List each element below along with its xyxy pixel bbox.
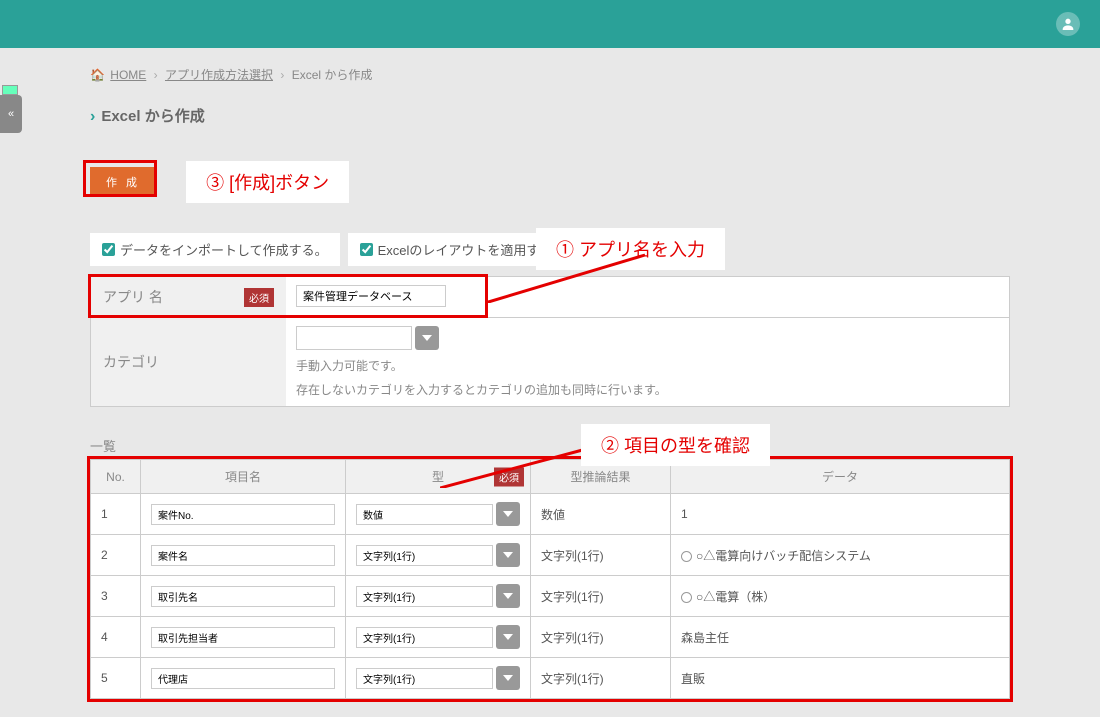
required-badge-type: 必須 <box>494 467 524 486</box>
item-type-input[interactable] <box>356 586 493 607</box>
item-type-input[interactable] <box>356 627 493 648</box>
item-type-input[interactable] <box>356 668 493 689</box>
cell-infer: 文字列(1行) <box>531 658 671 699</box>
user-avatar-icon[interactable] <box>1056 12 1080 36</box>
home-icon: 🏠 <box>90 68 105 82</box>
cell-no: 1 <box>91 494 141 535</box>
breadcrumb-step1[interactable]: アプリ作成方法選択 <box>165 68 273 82</box>
item-name-input[interactable] <box>151 627 335 648</box>
cell-no: 3 <box>91 576 141 617</box>
required-badge: 必須 <box>244 288 274 307</box>
breadcrumb-home[interactable]: HOME <box>110 68 146 82</box>
item-type-dropdown-button[interactable] <box>496 584 520 608</box>
page-title: Excel から作成 <box>90 105 1010 126</box>
breadcrumb: 🏠 HOME › アプリ作成方法選択 › Excel から作成 <box>90 66 1010 83</box>
item-type-dropdown-button[interactable] <box>496 543 520 567</box>
cell-infer: 文字列(1行) <box>531 617 671 658</box>
item-type-dropdown-button[interactable] <box>496 666 520 690</box>
item-type-dropdown-button[interactable] <box>496 502 520 526</box>
cell-data: 1 <box>671 494 1010 535</box>
checkbox-import-input[interactable] <box>102 243 115 256</box>
category-help-2: 存在しないカテゴリを入力するとカテゴリの追加も同時に行います。 <box>296 378 999 398</box>
category-input[interactable] <box>296 326 412 350</box>
annotation-3: ③ [作成]ボタン <box>186 161 349 203</box>
breadcrumb-current: Excel から作成 <box>292 68 373 82</box>
table-row: 4 文字列(1行)森島主任 <box>91 617 1010 658</box>
cell-data: ○△電算向けバッチ配信システム <box>671 535 1010 576</box>
item-name-input[interactable] <box>151 586 335 607</box>
cell-data: 森島主任 <box>671 617 1010 658</box>
item-name-input[interactable] <box>151 545 335 566</box>
cell-infer: 文字列(1行) <box>531 535 671 576</box>
item-type-input[interactable] <box>356 504 493 525</box>
cell-data: 直販 <box>671 658 1010 699</box>
table-row: 3 文字列(1行)○△電算（株） <box>91 576 1010 617</box>
th-type: 型 必須 <box>346 460 531 494</box>
sidebar-collapse-button[interactable]: « <box>0 95 22 133</box>
th-no: No. <box>91 460 141 494</box>
list-heading: 一覧 <box>90 436 1010 455</box>
cell-data: ○△電算（株） <box>671 576 1010 617</box>
annotation-2: ② 項目の型を確認 <box>581 424 770 466</box>
cell-infer: 文字列(1行) <box>531 576 671 617</box>
checkbox-layout-input[interactable] <box>360 243 373 256</box>
category-dropdown-button[interactable] <box>415 326 439 350</box>
radio-icon <box>681 592 692 603</box>
items-table: No. 項目名 型 必須 型推論結果 データ 1数値12文字列(1行)○△電算向… <box>90 459 1010 699</box>
header-bar <box>0 0 1100 48</box>
cell-no: 2 <box>91 535 141 576</box>
radio-icon <box>681 551 692 562</box>
table-row: 1数値1 <box>91 494 1010 535</box>
create-button[interactable]: 作 成 <box>90 167 156 197</box>
category-help-1: 手動入力可能です。 <box>296 354 999 374</box>
app-name-label: アプリ 名 必須 <box>91 277 286 317</box>
cell-no: 4 <box>91 617 141 658</box>
item-type-dropdown-button[interactable] <box>496 625 520 649</box>
checkbox-import-data[interactable]: データをインポートして作成する。 <box>90 233 340 266</box>
item-name-input[interactable] <box>151 668 335 689</box>
app-name-input[interactable] <box>296 285 446 307</box>
cell-no: 5 <box>91 658 141 699</box>
item-type-input[interactable] <box>356 545 493 566</box>
th-name: 項目名 <box>141 460 346 494</box>
category-label: カテゴリ <box>91 318 286 406</box>
table-row: 5 文字列(1行)直販 <box>91 658 1010 699</box>
annotation-1: ① アプリ名を入力 <box>536 228 725 270</box>
item-name-input[interactable] <box>151 504 335 525</box>
checkbox-import-label: データをインポートして作成する。 <box>120 240 328 259</box>
cell-infer: 数値 <box>531 494 671 535</box>
table-row: 2 文字列(1行)○△電算向けバッチ配信システム <box>91 535 1010 576</box>
